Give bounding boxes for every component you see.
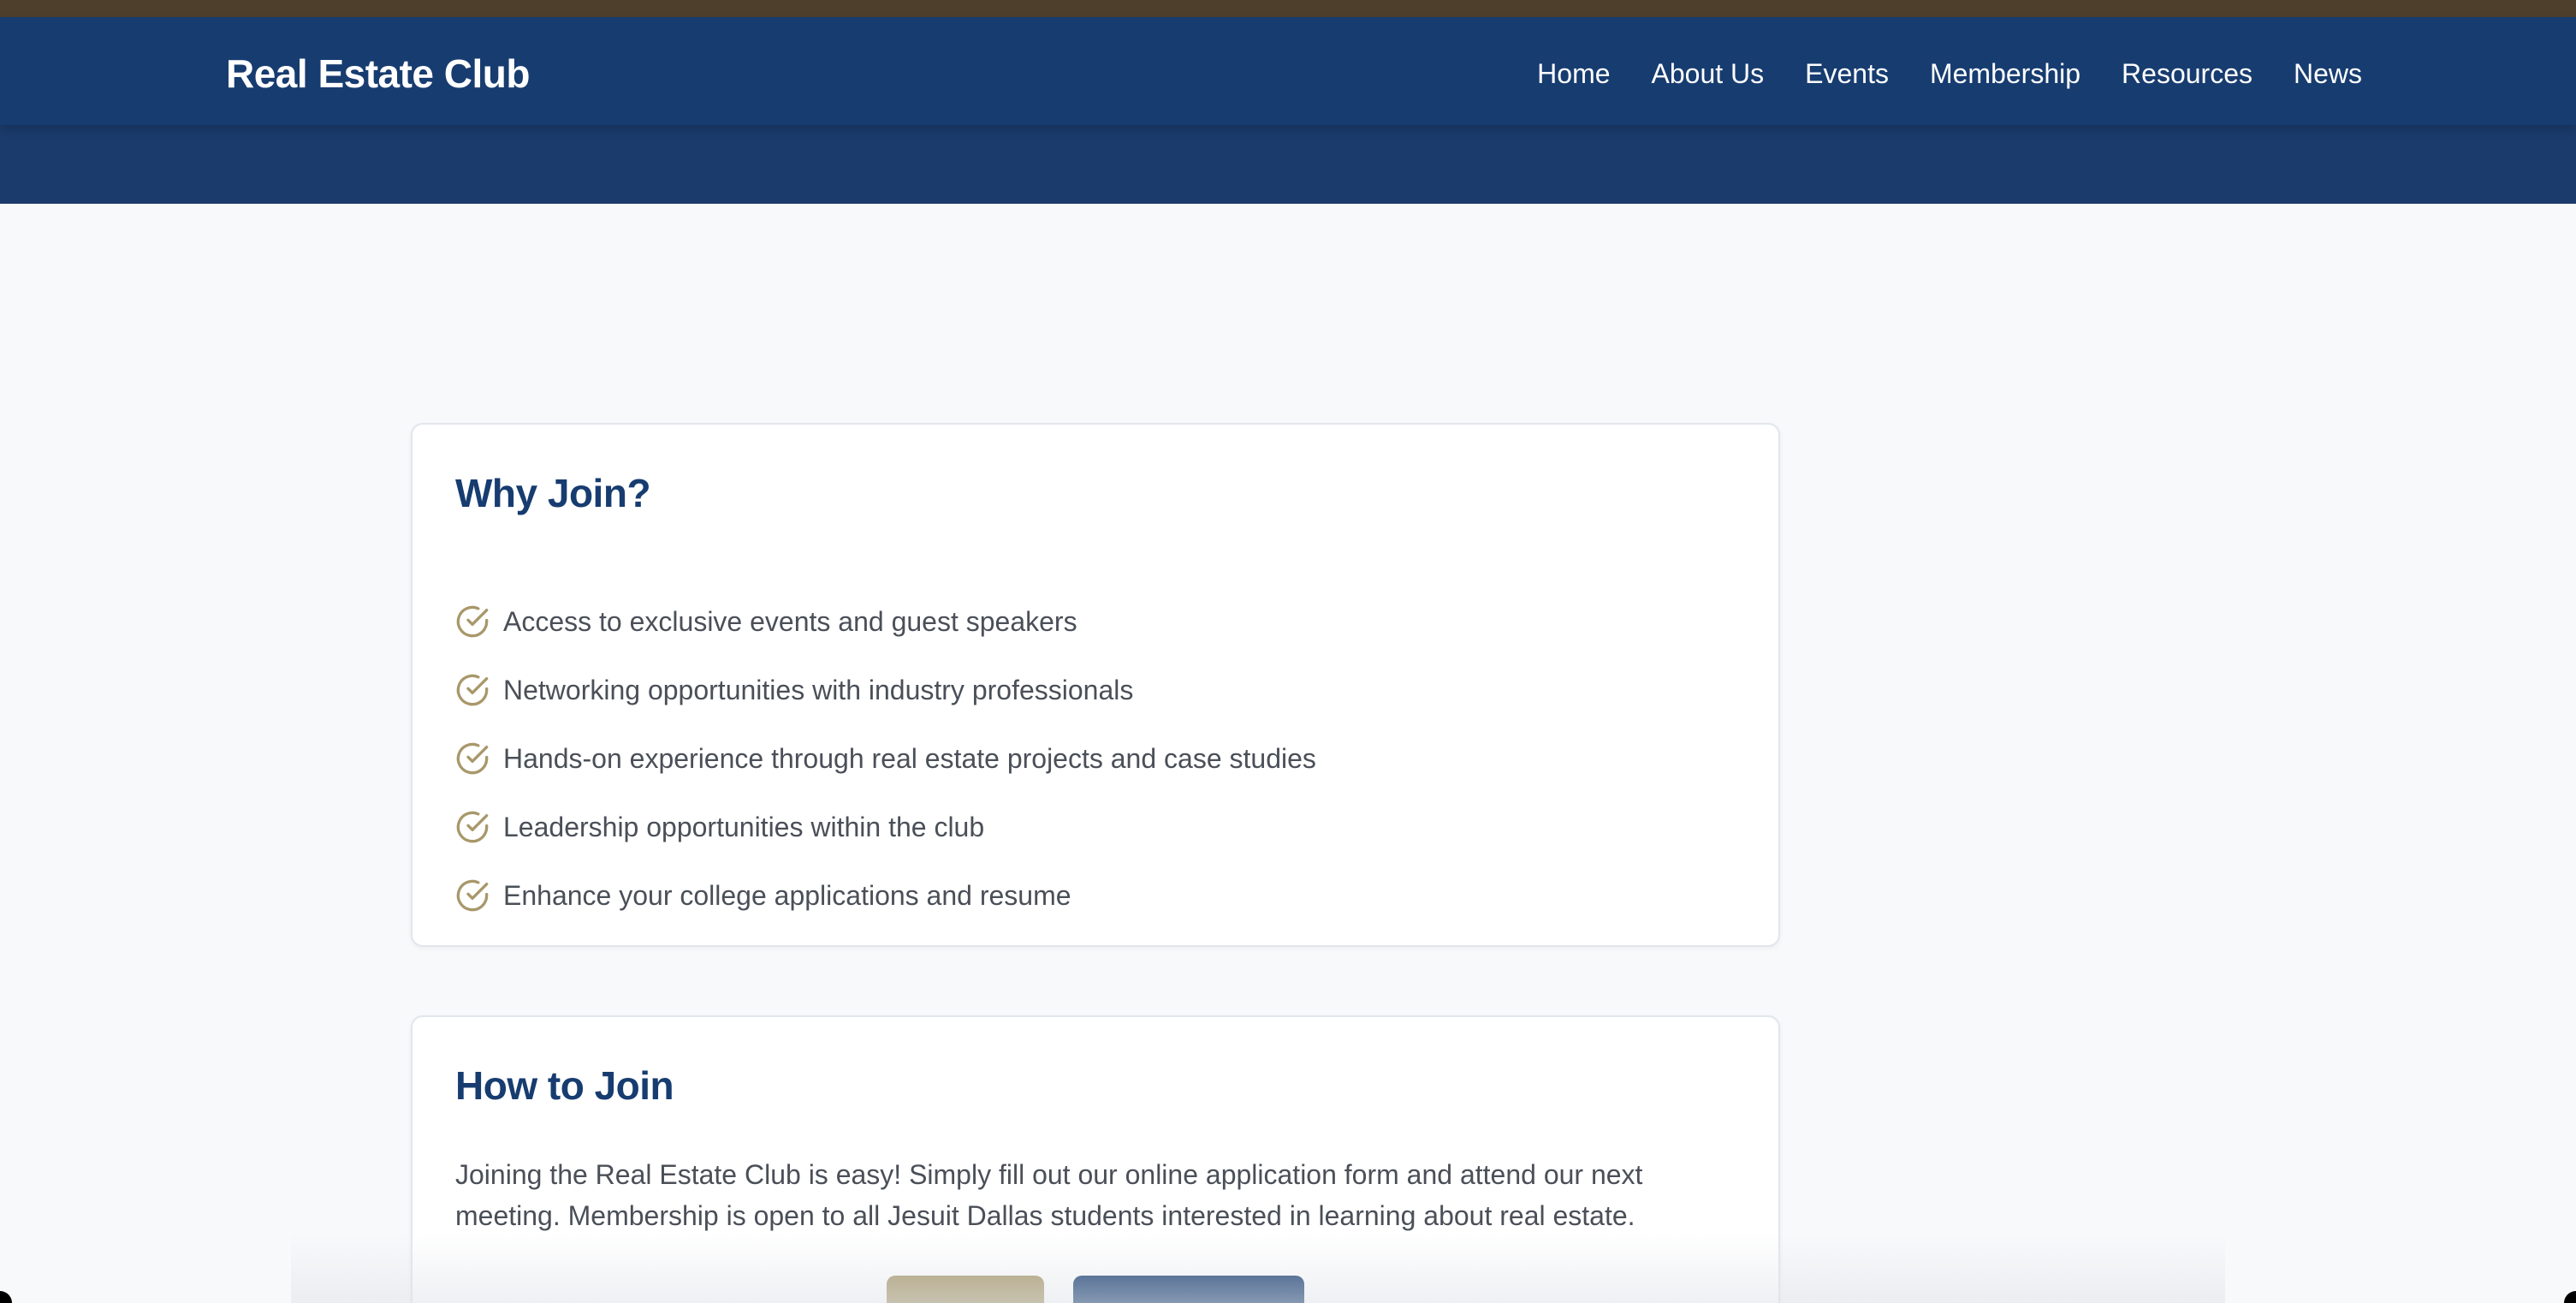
check-circle-icon [456, 879, 489, 912]
benefit-text: Hands-on experience through real estate … [503, 742, 1316, 774]
how-to-join-card: How to Join Joining the Real Estate Club… [411, 1015, 1780, 1303]
navbar: Real Estate Club Home About Us Events Me… [0, 17, 2576, 125]
why-join-card: Why Join? Access to exclusive events and… [411, 423, 1780, 947]
main-nav: Home About Us Events Membership Resource… [1537, 55, 2362, 92]
nav-link-membership[interactable]: Membership [1930, 55, 2080, 92]
check-circle-icon [456, 742, 489, 775]
how-to-join-body: Joining the Real Estate Club is easy! Si… [455, 1159, 1643, 1231]
nav-link-resources[interactable]: Resources [2122, 55, 2253, 92]
benefit-item: Enhance your college applications and re… [455, 861, 1316, 930]
benefits-list: Access to exclusive events and guest spe… [455, 587, 1316, 930]
benefit-text: Access to exclusive events and guest spe… [503, 605, 1077, 637]
window-corner-right [2564, 1291, 2576, 1303]
benefit-item: Networking opportunities with industry p… [455, 656, 1316, 724]
benefit-text: Leadership opportunities within the club [503, 811, 985, 842]
apply-button[interactable] [887, 1276, 1044, 1303]
nav-link-about-us[interactable]: About Us [1652, 55, 1765, 92]
check-circle-icon [456, 811, 489, 843]
benefit-text: Networking opportunities with industry p… [503, 674, 1134, 705]
nav-link-events[interactable]: Events [1805, 55, 1889, 92]
learn-more-button[interactable] [1073, 1276, 1304, 1303]
why-join-title: Why Join? [455, 471, 651, 515]
site-brand[interactable]: Real Estate Club [226, 50, 531, 98]
how-to-join-title: How to Join [455, 1063, 674, 1108]
window-corner-left [0, 1291, 12, 1303]
check-circle-icon [456, 674, 489, 706]
nav-link-news[interactable]: News [2294, 55, 2362, 92]
benefit-text: Enhance your college applications and re… [503, 879, 1071, 911]
benefit-item: Leadership opportunities within the club [455, 793, 1316, 861]
nav-link-home[interactable]: Home [1537, 55, 1610, 92]
benefit-item: Hands-on experience through real estate … [455, 724, 1316, 793]
benefit-item: Access to exclusive events and guest spe… [455, 587, 1316, 656]
check-circle-icon [456, 605, 489, 638]
top-accent-strip [0, 0, 2576, 17]
